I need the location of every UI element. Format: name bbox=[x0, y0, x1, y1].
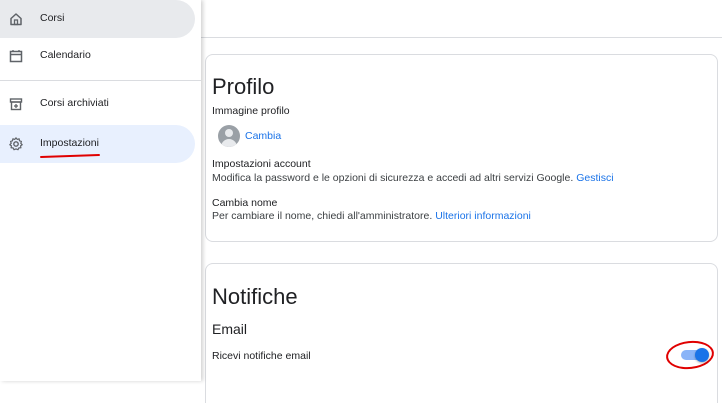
sidebar-item-label: Impostazioni bbox=[40, 137, 99, 149]
archive-icon bbox=[9, 98, 23, 111]
calendar-icon bbox=[9, 50, 23, 63]
account-settings-description: Modifica la password e le opzioni di sic… bbox=[212, 172, 574, 184]
sidebar-item-label: Calendario bbox=[40, 49, 91, 61]
manage-link[interactable]: Gestisci bbox=[576, 172, 613, 184]
sidebar-item-corsi-archiviati[interactable]: Corsi archiviati bbox=[0, 85, 195, 123]
email-notifications-toggle[interactable] bbox=[681, 348, 709, 362]
sidebar: Corsi Calendario Corsi archiviati Impost… bbox=[0, 0, 201, 381]
more-info-link[interactable]: Ulteriori informazioni bbox=[435, 210, 531, 222]
change-photo-link[interactable]: Cambia bbox=[245, 130, 281, 142]
sidebar-item-corsi[interactable]: Corsi bbox=[0, 0, 195, 38]
settings-icon bbox=[9, 137, 23, 151]
account-settings-label: Impostazioni account bbox=[212, 158, 311, 170]
account-settings-text: Modifica la password e le opzioni di sic… bbox=[212, 172, 614, 184]
sidebar-item-label: Corsi bbox=[40, 12, 65, 24]
email-heading: Email bbox=[212, 321, 248, 337]
notifications-title: Notifiche bbox=[212, 284, 298, 309]
avatar[interactable] bbox=[218, 125, 240, 147]
profile-card: Profilo Immagine profilo Cambia Impostaz… bbox=[205, 54, 718, 242]
profile-title: Profilo bbox=[212, 74, 275, 99]
toggle-thumb bbox=[695, 348, 709, 362]
change-name-label: Cambia nome bbox=[212, 197, 278, 209]
settings-content: Profilo Immagine profilo Cambia Impostaz… bbox=[201, 38, 722, 403]
notifications-card: Notifiche Email Ricevi notifiche email bbox=[205, 263, 718, 403]
sidebar-item-calendario[interactable]: Calendario bbox=[0, 37, 195, 75]
receive-email-label: Ricevi notifiche email bbox=[212, 350, 311, 362]
sidebar-item-impostazioni[interactable]: Impostazioni bbox=[0, 125, 195, 163]
sidebar-divider bbox=[0, 80, 201, 81]
home-icon bbox=[10, 13, 22, 26]
change-name-description: Per cambiare il nome, chiedi all'amminis… bbox=[212, 210, 433, 222]
profile-image-label: Immagine profilo bbox=[212, 105, 290, 117]
change-name-text: Per cambiare il nome, chiedi all'amminis… bbox=[212, 210, 531, 222]
top-bar bbox=[201, 0, 722, 38]
sidebar-item-label: Corsi archiviati bbox=[40, 97, 109, 109]
